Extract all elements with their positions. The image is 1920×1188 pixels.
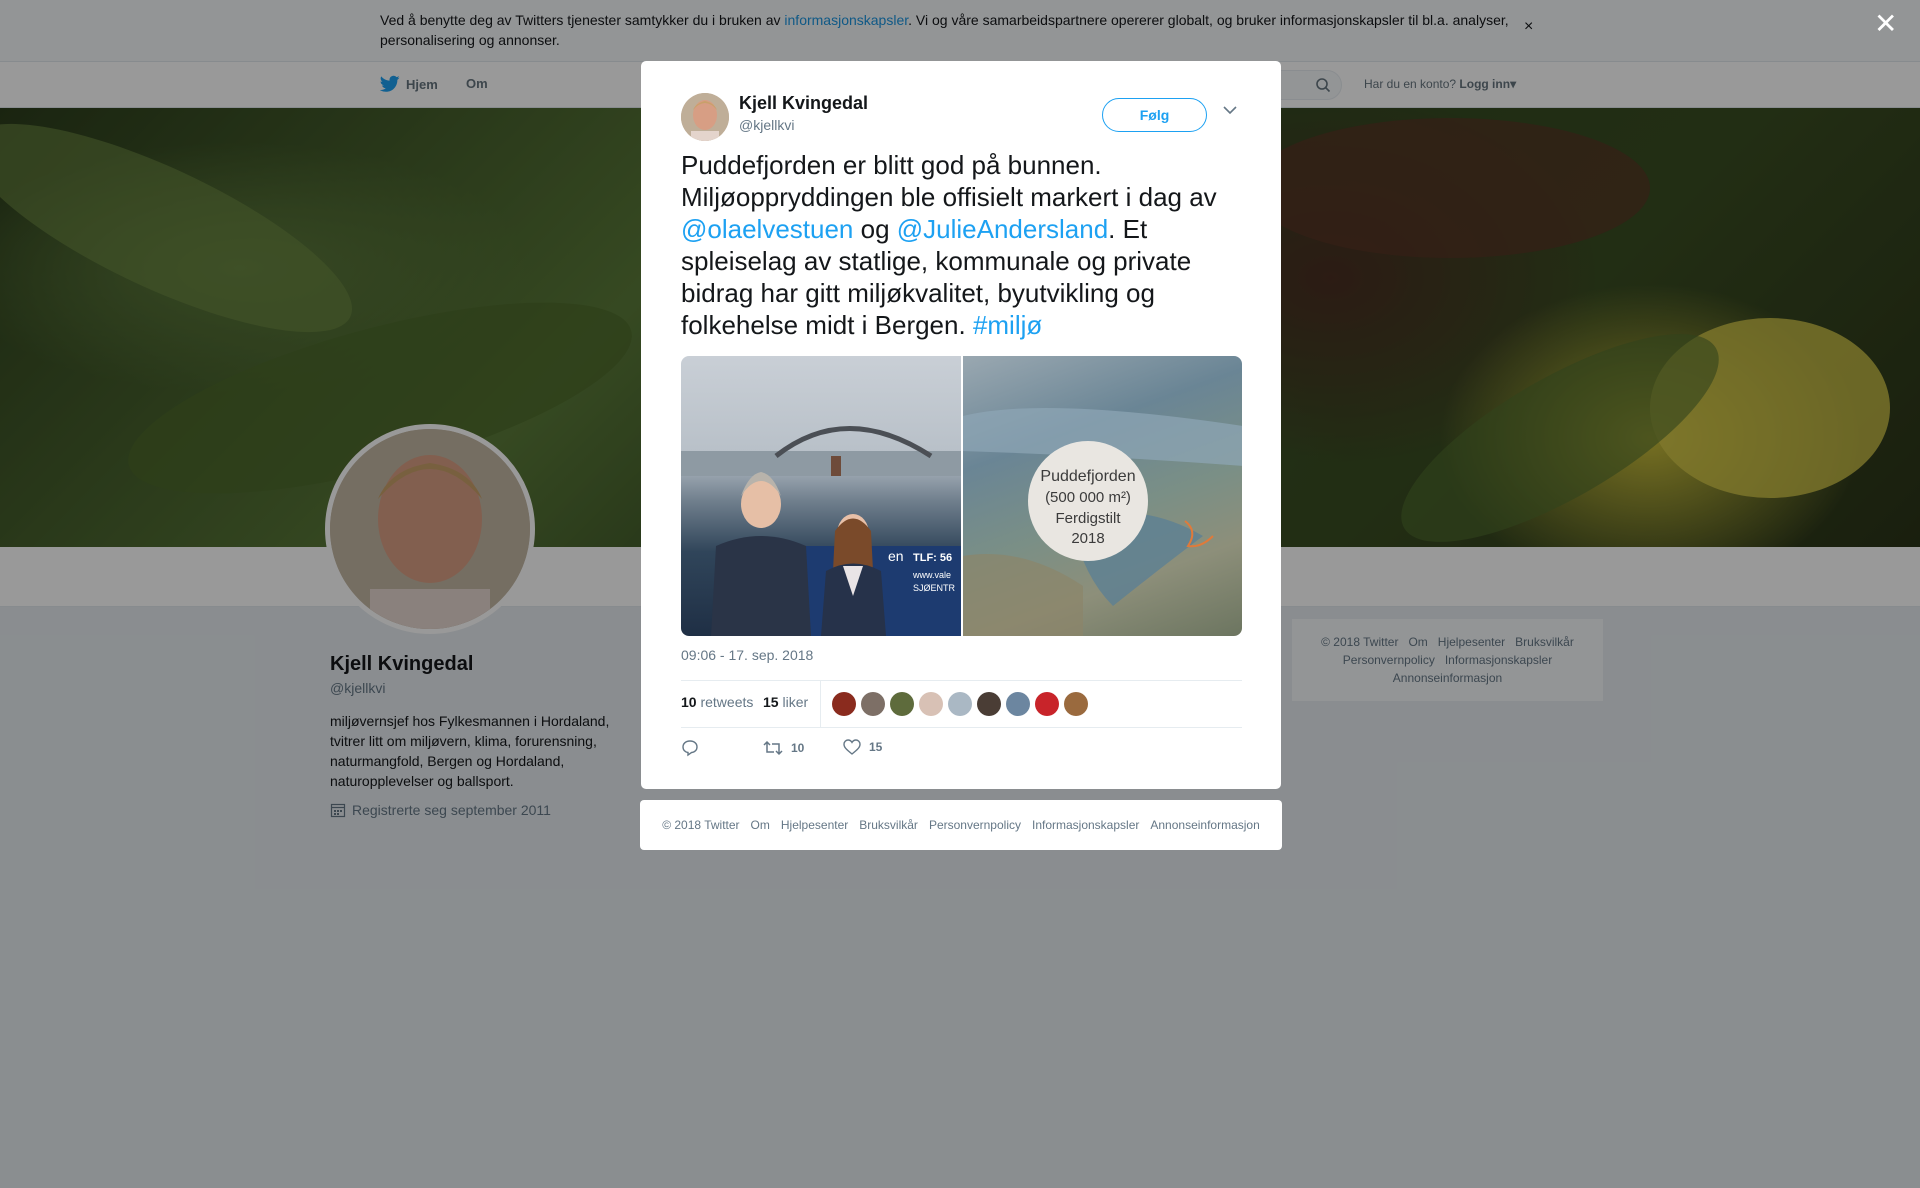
tweet-text-part-1: Puddefjorden er blitt god på bunnen. Mil… [681,150,1217,212]
liker-avatar[interactable] [861,692,885,716]
photo-people-harbor-graphic: TLF: 56 www.vale SJØENTR en [681,426,961,636]
liker-avatar[interactable] [977,692,1001,716]
like-button[interactable]: 15 [843,739,882,755]
chevron-down-icon[interactable] [1223,105,1237,115]
footer-privacy-link[interactable]: Personvernpolicy [929,818,1021,832]
heart-icon [843,739,861,755]
footer-ads-link[interactable]: Annonseinformasjon [1150,818,1259,832]
likes-count: 15 [763,694,779,710]
liker-avatar[interactable] [1006,692,1030,716]
photo-sign-line-1: TLF: 56 [913,552,952,564]
reply-button[interactable] [681,739,699,762]
photo-caption-line-2: (500 000 m²) [1045,489,1131,506]
tweet-stats: 10 retweets 15 liker [681,680,1242,728]
retweet-button[interactable]: 10 [763,739,804,757]
liker-avatar[interactable] [948,692,972,716]
like-action-count: 15 [869,740,883,754]
likes-label: liker [782,694,809,710]
mention-link-olaelvestuen[interactable]: @olaelvestuen [681,214,853,244]
likes-stat-link[interactable]: 15 liker [763,694,808,710]
retweets-count: 10 [681,694,697,710]
liker-avatar[interactable] [1035,692,1059,716]
stats-divider [820,681,821,728]
liker-avatar[interactable] [1064,692,1088,716]
modal-footer: © 2018 Twitter Om Hjelpesenter Bruksvilk… [640,800,1282,850]
footer-terms-link[interactable]: Bruksvilkår [859,818,918,832]
photo-sign-line-3: SJØENTR [913,583,956,593]
liker-avatar[interactable] [832,692,856,716]
photo-sign-brand: en [888,548,904,564]
tweet-text: Puddefjorden er blitt god på bunnen. Mil… [681,149,1246,341]
footer-copyright[interactable]: © 2018 Twitter [662,818,739,832]
modal-close-icon[interactable]: ✕ [1874,10,1897,38]
retweet-icon [763,740,783,756]
tweet-photo-puddefjorden-aerial[interactable]: Puddefjorden (500 000 m²) Ferdigstilt 20… [962,356,1242,636]
tweet-author-avatar-image [681,93,729,141]
photo-caption-line-4: 2018 [1071,530,1104,547]
footer-cookies-link[interactable]: Informasjonskapsler [1032,818,1139,832]
tweet-author-handle[interactable]: @kjellkvi [739,117,794,133]
photo-sign-line-2: www.vale [912,570,951,580]
mention-link-julieandersland[interactable]: @JulieAndersland [897,214,1108,244]
tweet-author-avatar[interactable] [681,93,729,141]
tweet-modal: Kjell Kvingedal @kjellkvi Følg Puddefjor… [641,61,1281,789]
photo-puddefjorden-aerial-graphic: Puddefjorden (500 000 m²) Ferdigstilt 20… [962,408,1242,636]
footer-help-link[interactable]: Hjelpesenter [781,818,848,832]
retweet-action-count: 10 [791,741,805,755]
tweet-media: TLF: 56 www.vale SJØENTR en Puddefjorden [681,356,1242,636]
liker-avatar[interactable] [919,692,943,716]
likers-avatars [832,692,1088,716]
follow-button[interactable]: Følg [1102,98,1207,132]
tweet-text-part-2: og [853,214,897,244]
retweets-label: retweets [700,694,754,710]
footer-about-link[interactable]: Om [751,818,770,832]
tweet-author-name[interactable]: Kjell Kvingedal [739,93,868,114]
hashtag-link-miljo[interactable]: #miljø [973,310,1042,340]
reply-icon [682,740,698,757]
tweet-photo-people-harbor[interactable]: TLF: 56 www.vale SJØENTR en [681,356,961,636]
liker-avatar[interactable] [890,692,914,716]
photo-caption-line-1: Puddefjorden [1040,468,1135,485]
photo-caption-line-3: Ferdigstilt [1055,510,1121,527]
tweet-timestamp[interactable]: 09:06 - 17. sep. 2018 [681,647,813,663]
retweets-stat-link[interactable]: 10 retweets [681,694,753,710]
